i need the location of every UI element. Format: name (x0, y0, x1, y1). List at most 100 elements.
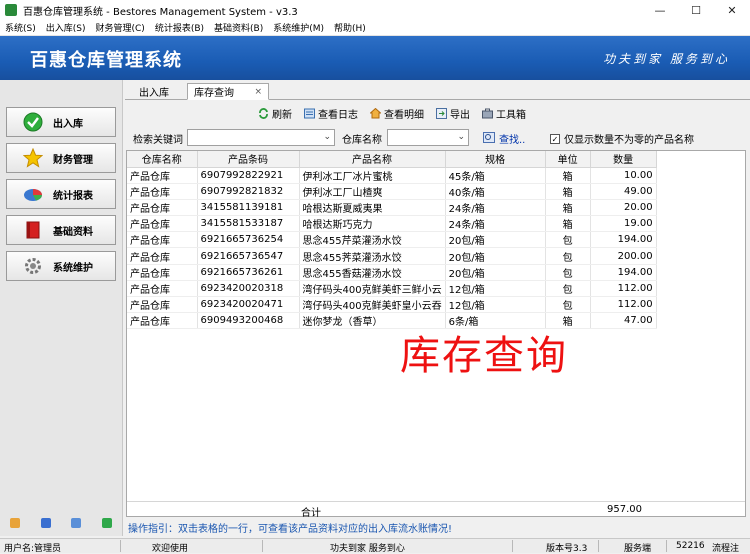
cell-barcode: 6923420020318 (197, 280, 300, 298)
cell-unit: 箱 (545, 199, 591, 217)
page-caption-overlay: 库存查询 (400, 333, 568, 379)
tab-inventory-query[interactable]: 库存查询 × (187, 83, 269, 100)
header-warehouse[interactable]: 仓库名称 (127, 151, 198, 168)
cell-quantity: 112.00 (590, 296, 657, 314)
menu-system[interactable]: 系统(S) (0, 21, 41, 34)
search-link-label: 查找.. (499, 135, 526, 146)
cell-spec: 20包/箱 (445, 231, 546, 249)
status-slogan: 功夫到家 服务到心 (330, 544, 405, 554)
table-row[interactable]: 产品仓库 6907992822921 伊利冰工厂冰片蜜桃 45条/箱箱 10.00 (127, 167, 657, 184)
total-row: 合计 957.00 (127, 501, 745, 519)
cell-unit: 箱 (545, 215, 591, 233)
operation-hint: 操作指引：双击表格的一行，可查看该产品资料对应的出入库流水账情况! (128, 524, 453, 535)
sidebar-item-inout[interactable]: 出入库 (6, 107, 116, 137)
cell-spec: 24条/箱 (445, 215, 546, 233)
cell-unit: 包 (545, 247, 591, 265)
tab-bar: 出入库 库存查询 × (125, 80, 750, 100)
tab-close-icon[interactable]: × (254, 87, 262, 97)
menu-reports[interactable]: 统计报表(B) (150, 21, 209, 34)
maximize-button[interactable]: ☐ (678, 0, 714, 20)
view-log-button[interactable]: 查看日志 (304, 106, 358, 121)
table-row[interactable]: 产品仓库 6923420020471 湾仔码头400克鲜美虾皇小云吞 12包/箱包 11… (127, 296, 657, 314)
view-detail-button[interactable]: 查看明细 (370, 106, 424, 121)
status-user: 用户名:管理员 (4, 544, 62, 554)
cell-quantity: 20.00 (590, 199, 657, 217)
header-product-name[interactable]: 产品名称 (299, 151, 446, 168)
warehouse-combo[interactable]: ⌄ (387, 129, 469, 146)
book-icon (23, 220, 43, 240)
table-row[interactable]: 产品仓库 3415581139181 哈根达斯夏威夷果 24条/箱箱 20.00 (127, 199, 657, 217)
nonzero-checkbox[interactable]: ✓ 仅显示数量不为零的产品名称 (550, 131, 694, 146)
sidebar-item-label: 财务管理 (53, 154, 93, 166)
cell-spec: 20包/箱 (445, 247, 546, 265)
menu-basic-data[interactable]: 基础资料(B) (209, 21, 268, 34)
minimize-button[interactable]: — (642, 0, 678, 20)
cell-barcode: 6907992821832 (197, 183, 300, 200)
exit-icon[interactable] (101, 518, 112, 528)
cell-warehouse: 产品仓库 (127, 264, 198, 281)
toolbar: 刷新 查看日志 查看明细 导出 工具箱 (258, 104, 538, 122)
toolbox-icon (482, 108, 493, 119)
cell-warehouse: 产品仓库 (127, 312, 198, 330)
table-row[interactable]: 产品仓库 3415581533187 哈根达斯巧克力 24条/箱箱 19.00 (127, 215, 657, 233)
cell-spec: 12包/箱 (445, 280, 546, 298)
cell-barcode: 3415581533187 (197, 215, 300, 233)
table-row[interactable]: 产品仓库 6921665736254 思念455芹菜灌汤水饺 20包/箱包 194.00 (127, 231, 657, 249)
close-window-button[interactable]: ✕ (714, 0, 750, 20)
cell-spec: 45条/箱 (445, 167, 546, 184)
status-divider (120, 540, 121, 552)
chevron-down-icon[interactable]: ⌄ (457, 132, 465, 142)
cell-warehouse: 产品仓库 (127, 280, 198, 298)
status-divider (262, 540, 263, 552)
refresh-button[interactable]: 刷新 (258, 106, 292, 121)
sidebar-item-finance[interactable]: 财务管理 (6, 143, 116, 173)
status-flow: 流程注 (712, 544, 740, 554)
header-spec[interactable]: 规格 (445, 151, 546, 168)
cell-product-name: 哈根达斯巧克力 (299, 215, 446, 233)
header-quantity[interactable]: 数量 (590, 151, 657, 168)
status-server: 服务端 (624, 544, 652, 554)
export-icon (436, 107, 447, 119)
sidebar-item-label: 统计报表 (53, 190, 93, 202)
sidebar-item-maintenance[interactable]: 系统维护 (6, 251, 116, 281)
toolbox-label: 工具箱 (496, 109, 526, 121)
toolbox-button[interactable]: 工具箱 (482, 106, 526, 121)
status-divider (512, 540, 513, 552)
header-barcode[interactable]: 产品条码 (197, 151, 300, 168)
inventory-table: 仓库名称 产品条码 产品名称 规格 单位 数量 产品仓库 690799282292… (127, 151, 657, 330)
cell-quantity: 47.00 (590, 312, 657, 330)
table-row[interactable]: 产品仓库 6923420020318 湾仔码头400克鲜美虾三鲜小云 12包/箱包 11… (127, 280, 657, 298)
header-unit[interactable]: 单位 (545, 151, 591, 168)
tab-inout[interactable]: 出入库 (133, 83, 175, 100)
sidebar: 出入库 财务管理 统计报表 基础资料 系统维护 (0, 80, 123, 536)
menu-maintenance[interactable]: 系统维护(M) (268, 21, 329, 34)
search-link[interactable]: 查找.. (483, 131, 525, 146)
table-row[interactable]: 产品仓库 6909493200468 迷你梦龙（香草） 6条/箱箱 47.00 (127, 312, 657, 330)
cell-warehouse: 产品仓库 (127, 231, 198, 249)
keyword-combo[interactable]: ⌄ (187, 129, 335, 146)
chevron-down-icon[interactable]: ⌄ (323, 132, 331, 142)
table-row[interactable]: 产品仓库 6921665736261 思念455香菇灌汤水饺 20包/箱包 194.00 (127, 264, 657, 281)
status-version: 版本号3.3 (546, 544, 588, 554)
checkbox-box[interactable]: ✓ (550, 133, 560, 144)
menu-inout[interactable]: 出入库(S) (41, 21, 91, 34)
cell-warehouse: 产品仓库 (127, 183, 198, 200)
table-row[interactable]: 产品仓库 6921665736547 思念455荠菜灌汤水饺 20包/箱包 200.00 (127, 247, 657, 265)
export-button[interactable]: 导出 (436, 106, 470, 121)
sidebar-item-reports[interactable]: 统计报表 (6, 179, 116, 209)
cell-quantity: 194.00 (590, 264, 657, 281)
menu-help[interactable]: 帮助(H) (329, 21, 371, 34)
check-circle-icon (23, 112, 43, 132)
cell-barcode: 6921665736254 (197, 231, 300, 249)
warehouse-label: 仓库名称 (342, 135, 382, 146)
app-banner: 百惠仓库管理系统 功夫到家 服务到心 (0, 36, 750, 80)
table-row[interactable]: 产品仓库 6907992821832 伊利冰工厂山楂爽 40条/箱箱 49.00 (127, 183, 657, 200)
sidebar-item-basic-data[interactable]: 基础资料 (6, 215, 116, 245)
cell-barcode: 6921665736547 (197, 247, 300, 265)
cell-unit: 箱 (545, 183, 591, 200)
cell-quantity: 19.00 (590, 215, 657, 233)
info-icon[interactable] (40, 518, 51, 528)
screen-icon[interactable] (71, 518, 82, 528)
edit-icon[interactable] (10, 518, 21, 528)
menu-finance[interactable]: 财务管理(C) (91, 21, 150, 34)
